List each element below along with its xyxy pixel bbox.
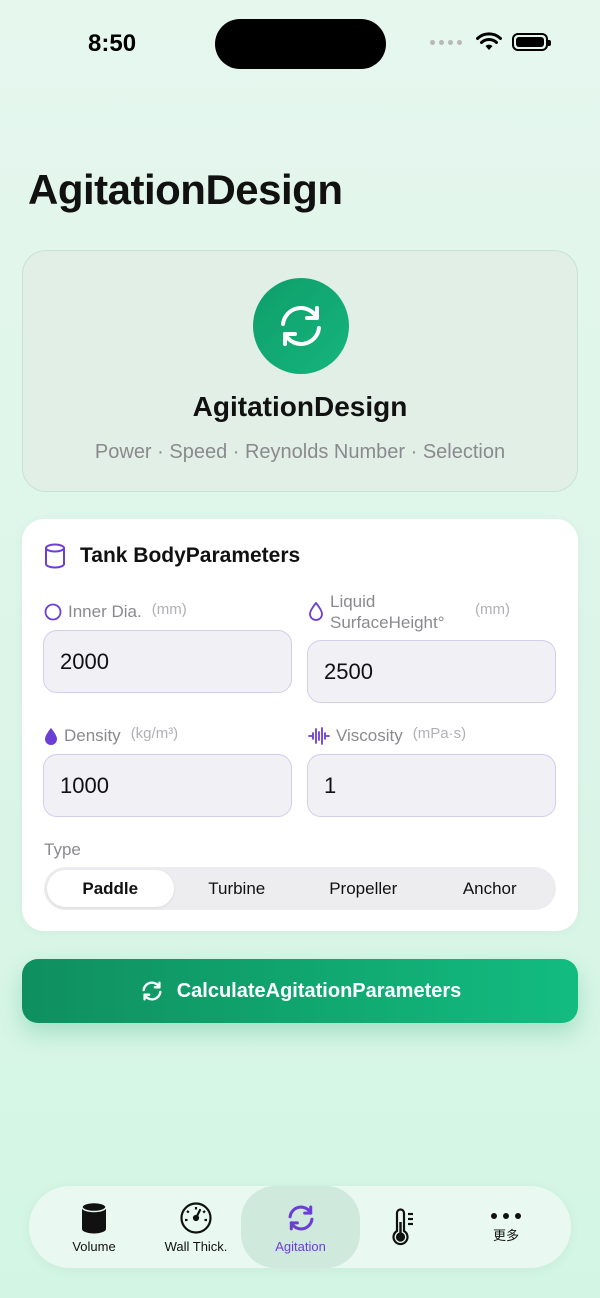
rotate-icon	[142, 981, 162, 1001]
cylinder-icon	[45, 543, 65, 569]
hero-card: AgitationDesign Power · Speed · Reynolds…	[22, 250, 578, 492]
card-title: Tank BodyParameters	[80, 544, 301, 567]
inner-dia-label: Inner Dia. (mm)	[44, 601, 187, 622]
tank-parameters-card: Tank BodyParameters Inner Dia. (mm) 2000…	[22, 519, 578, 931]
status-time: 8:50	[88, 30, 137, 57]
rotate-icon	[253, 278, 349, 374]
hero-title: AgitationDesign	[192, 391, 408, 422]
type-segmented-control: Paddle Turbine Propeller Anchor	[44, 867, 556, 910]
waveform-icon	[308, 727, 330, 745]
tab-wall-thickness[interactable]: Wall Thick.	[153, 1186, 239, 1268]
circle-icon	[44, 603, 62, 621]
type-option-anchor[interactable]: Anchor	[427, 870, 554, 907]
tab-temperature[interactable]	[369, 1186, 439, 1268]
density-input[interactable]: 1000	[43, 754, 292, 817]
type-option-propeller[interactable]: Propeller	[300, 870, 427, 907]
ellipsis-icon	[491, 1212, 521, 1219]
signal-dots-icon	[430, 39, 462, 45]
wifi-icon	[476, 32, 502, 50]
tab-bar: Volume Wall Thick. Agitation 更多	[29, 1186, 571, 1268]
status-indicators	[430, 32, 551, 52]
gauge-icon	[180, 1201, 212, 1234]
type-option-turbine[interactable]: Turbine	[174, 870, 301, 907]
liquid-height-input[interactable]: 2500	[307, 640, 556, 703]
cylinder-icon	[81, 1201, 107, 1233]
rotate-icon	[288, 1205, 313, 1230]
viscosity-label: Viscosity (mPa·s)	[308, 725, 466, 746]
calculate-button[interactable]: CalculateAgitationParameters	[22, 959, 578, 1023]
battery-icon	[512, 33, 551, 51]
tab-volume[interactable]: Volume	[51, 1186, 137, 1268]
thermometer-icon	[392, 1208, 413, 1246]
hero-subtitle: Power · Speed · Reynolds Number · Select…	[94, 441, 506, 463]
viscosity-input[interactable]: 1	[307, 754, 556, 817]
drop-filled-icon	[45, 728, 57, 745]
density-label: Density (kg/m³)	[44, 725, 178, 746]
drop-outline-icon	[309, 601, 323, 621]
liquid-height-label: Liquid SurfaceHeight° (mm)	[308, 591, 548, 633]
tab-more[interactable]: 更多	[463, 1186, 549, 1268]
page-title: AgitationDesign	[28, 166, 343, 213]
card-header: Tank BodyParameters	[44, 543, 300, 569]
inner-dia-input[interactable]: 2000	[43, 630, 292, 693]
tab-agitation[interactable]: Agitation	[241, 1186, 360, 1268]
calculate-button-label: CalculateAgitationParameters	[176, 979, 462, 1002]
type-option-paddle[interactable]: Paddle	[47, 870, 174, 907]
dynamic-island	[215, 19, 386, 69]
type-label: Type	[44, 840, 81, 859]
